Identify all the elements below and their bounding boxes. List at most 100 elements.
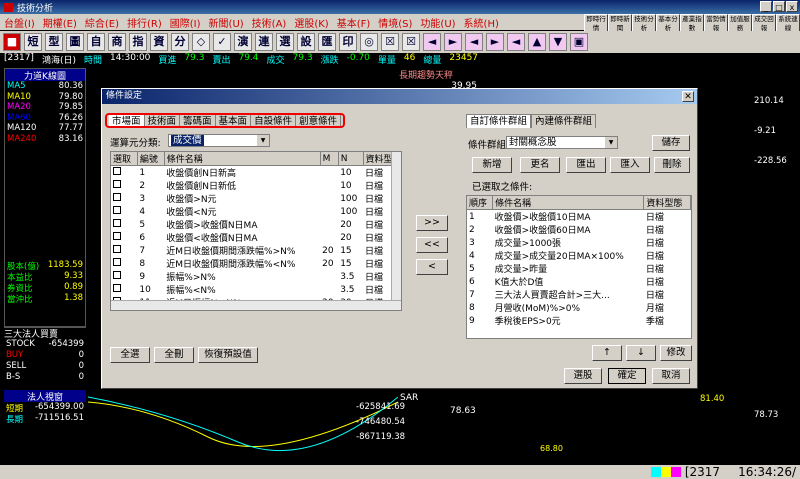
selected-row[interactable]: 1 收盤價>收盤價10日MA 日檔 (467, 210, 691, 224)
restore-default-button[interactable]: 恢復預設值 (198, 347, 258, 363)
toolbar-icon-24[interactable]: ◄ (507, 33, 525, 51)
row-checkbox[interactable] (113, 180, 121, 188)
menu-item-9[interactable]: 情境(S) (374, 15, 416, 30)
chevron-down-icon[interactable]: ▼ (605, 137, 617, 148)
toolbar-icon-5[interactable]: 商 (108, 33, 126, 51)
menu-item-5[interactable]: 新聞(U) (205, 15, 248, 30)
sel-column-header[interactable]: 順序 (467, 196, 494, 210)
close-button[interactable]: x (786, 1, 798, 12)
table-row[interactable]: 8 近M日收盤價期間漲跌幅%<N% 20 15 日檔 (111, 257, 401, 270)
pick-stock-button[interactable]: 選股 (564, 368, 602, 384)
table-row[interactable]: 7 近M日收盤價期間漲跌幅%>N% 20 15 日檔 (111, 244, 401, 257)
menu-item-0[interactable]: 台盤(I) (0, 15, 39, 30)
move-down-button[interactable]: ↓ (626, 345, 656, 361)
move-up-button[interactable]: ↑ (592, 345, 622, 361)
row-checkbox[interactable] (113, 232, 121, 240)
table-row[interactable]: 1 收盤價創N日新高 10 日檔 (111, 166, 401, 180)
selected-row[interactable]: 8 月營收(MoM)%>0% 月檔 (467, 301, 691, 315)
toolbar-icon-7[interactable]: 資 (150, 33, 168, 51)
select-cell[interactable] (111, 257, 137, 270)
row-checkbox[interactable] (113, 245, 121, 253)
menu-item-1[interactable]: 期權(E) (39, 15, 81, 30)
cancel-button[interactable]: 取消 (652, 368, 690, 384)
sel-column-header[interactable]: 資料型態 (643, 196, 691, 210)
remove-button[interactable]: < (416, 259, 448, 275)
toolbar-icon-12[interactable]: 連 (255, 33, 273, 51)
toolbar-icon-27[interactable]: ▣ (570, 33, 588, 51)
condition-hscroll[interactable] (111, 300, 401, 310)
toolbar-icon-19[interactable]: ☒ (402, 33, 420, 51)
selected-row[interactable]: 4 成交量>成交量20日MA×100% 日檔 (467, 249, 691, 263)
table-row[interactable]: 10 振幅%<N% 3.5 日檔 (111, 283, 401, 296)
tab-1[interactable]: 技術面 (145, 115, 181, 127)
new-group-button[interactable]: 新增 (472, 157, 512, 173)
modify-button[interactable]: 修改 (660, 345, 692, 361)
group-select[interactable]: 封關概念股 ▼ (506, 136, 618, 149)
rename-group-button[interactable]: 更名 (520, 157, 560, 173)
toolbar-icon-23[interactable]: ► (486, 33, 504, 51)
menu-item-2[interactable]: 綜合(E) (81, 15, 123, 30)
table-row[interactable]: 2 收盤價創N日新低 10 日檔 (111, 179, 401, 192)
toolbar-icon-14[interactable]: 設 (297, 33, 315, 51)
toolbar-icon-26[interactable]: ▼ (549, 33, 567, 51)
row-checkbox[interactable] (113, 167, 121, 175)
minimize-button[interactable]: _ (760, 1, 772, 12)
selected-row[interactable]: 9 季稅後EPS>0元 季檔 (467, 314, 691, 328)
menu-item-8[interactable]: 基本(F) (333, 15, 375, 30)
dialog-close-button[interactable]: ✕ (682, 91, 694, 102)
toolbar-icon-10[interactable]: ✓ (213, 33, 231, 51)
select-cell[interactable] (111, 270, 137, 283)
import-group-button[interactable]: 匯入 (610, 157, 650, 173)
toolbar-icon-22[interactable]: ◄ (465, 33, 483, 51)
row-checkbox[interactable] (113, 284, 121, 292)
selected-row[interactable]: 7 三大法人買賣超合計>三大... 日檔 (467, 288, 691, 302)
select-cell[interactable] (111, 192, 137, 205)
toolbar-icon-13[interactable]: 選 (276, 33, 294, 51)
row-checkbox[interactable] (113, 258, 121, 266)
menu-item-6[interactable]: 技術(A) (248, 15, 291, 30)
toolbar-icon-20[interactable]: ◄ (423, 33, 441, 51)
select-cell[interactable] (111, 205, 137, 218)
tab-2[interactable]: 籌碼面 (180, 115, 216, 127)
select-cell[interactable] (111, 283, 137, 296)
selected-row[interactable]: 6 K值大於D值 日檔 (467, 275, 691, 289)
menu-item-11[interactable]: 系統(H) (460, 15, 503, 30)
select-cell[interactable] (111, 218, 137, 231)
column-header[interactable]: N (338, 152, 364, 166)
select-cell[interactable] (111, 244, 137, 257)
table-row[interactable]: 9 振幅%>N% 3.5 日檔 (111, 270, 401, 283)
save-button[interactable]: 儲存 (652, 135, 690, 151)
add-button[interactable]: >> (416, 215, 448, 231)
select-cell[interactable] (111, 231, 137, 244)
calc-select[interactable]: 成交價 ▼ (168, 134, 270, 147)
menu-item-7[interactable]: 選股(K) (290, 15, 332, 30)
column-header[interactable]: M (320, 152, 339, 166)
maximize-button[interactable]: □ (773, 1, 785, 12)
remove-all-button[interactable]: << (416, 237, 448, 253)
tab-5[interactable]: 創意條件 (296, 115, 342, 127)
table-row[interactable]: 3 收盤價>N元 100 日檔 (111, 192, 401, 205)
tab-custom-group[interactable]: 自訂條件群組 (466, 114, 532, 128)
delete-group-button[interactable]: 刪除 (654, 157, 690, 173)
toolbar-icon-17[interactable]: ◎ (360, 33, 378, 51)
select-cell[interactable] (111, 166, 137, 180)
tab-builtin-group[interactable]: 內建條件群組 (531, 114, 597, 128)
row-checkbox[interactable] (113, 193, 121, 201)
toolbar-icon-2[interactable]: 型 (45, 33, 63, 51)
menu-item-3[interactable]: 排行(R) (123, 15, 166, 30)
toolbar-icon-15[interactable]: 匯 (318, 33, 336, 51)
toolbar-icon-9[interactable]: ◇ (192, 33, 210, 51)
select-all-button[interactable]: 全選 (110, 347, 150, 363)
toolbar-icon-0[interactable]: ■ (3, 33, 21, 51)
export-group-button[interactable]: 匯出 (566, 157, 606, 173)
row-checkbox[interactable] (113, 271, 121, 279)
toolbar-icon-11[interactable]: 演 (234, 33, 252, 51)
row-checkbox[interactable] (113, 206, 121, 214)
condition-vscroll[interactable] (391, 152, 401, 310)
table-row[interactable]: 4 收盤價<N元 100 日檔 (111, 205, 401, 218)
toolbar-icon-8[interactable]: 分 (171, 33, 189, 51)
toolbar-icon-4[interactable]: 自 (87, 33, 105, 51)
toolbar-icon-3[interactable]: 圖 (66, 33, 84, 51)
chevron-down-icon[interactable]: ▼ (257, 135, 269, 146)
column-header[interactable]: 條件名稱 (164, 152, 321, 166)
